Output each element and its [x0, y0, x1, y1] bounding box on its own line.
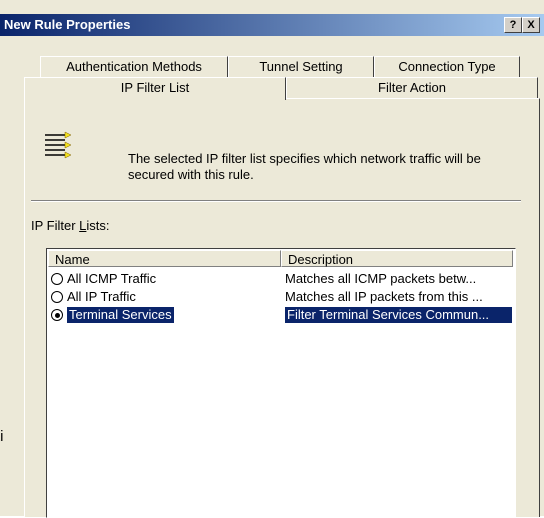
tab-filter-action[interactable]: Filter Action [286, 77, 538, 98]
window-title: New Rule Properties [4, 17, 131, 32]
tab-tunnel-setting[interactable]: Tunnel Setting [228, 56, 374, 77]
radio-button-selected[interactable] [51, 309, 63, 321]
filter-description: Matches all ICMP packets betw... [285, 271, 477, 286]
filter-description: Filter Terminal Services Commun... [285, 307, 512, 323]
filter-description: Matches all IP packets from this ... [285, 289, 483, 304]
separator [31, 200, 521, 202]
tab-ip-filter-list[interactable]: IP Filter List [24, 77, 286, 100]
help-button[interactable]: ? [504, 17, 522, 33]
ip-filter-listbox[interactable]: Name Description All ICMP Traffic Matche… [46, 248, 516, 518]
column-header-description[interactable]: Description [281, 250, 513, 267]
list-item[interactable]: Terminal Services Filter Terminal Servic… [49, 307, 512, 323]
tab-connection-type[interactable]: Connection Type [374, 56, 520, 77]
dialog-window: New Rule Properties ? X Authentication M… [0, 0, 544, 518]
close-button[interactable]: X [522, 17, 540, 33]
filter-name: All IP Traffic [67, 289, 136, 304]
tab-authentication-methods[interactable]: Authentication Methods [40, 56, 228, 77]
title-bar: New Rule Properties ? X [0, 14, 544, 36]
stray-text: ti [0, 428, 4, 445]
ip-filter-lists-label: IP Filter Lists: [31, 218, 110, 233]
filter-list-icon [43, 131, 83, 159]
radio-button[interactable] [51, 273, 63, 285]
column-header-name[interactable]: Name [48, 250, 281, 267]
filter-name: All ICMP Traffic [67, 271, 157, 286]
list-item[interactable]: All ICMP Traffic Matches all ICMP packet… [49, 271, 512, 287]
list-item[interactable]: All IP Traffic Matches all IP packets fr… [49, 289, 512, 305]
rule-description: The selected IP filter list specifies wh… [128, 151, 481, 182]
radio-button[interactable] [51, 291, 63, 303]
filter-name: Terminal Services [67, 307, 174, 323]
